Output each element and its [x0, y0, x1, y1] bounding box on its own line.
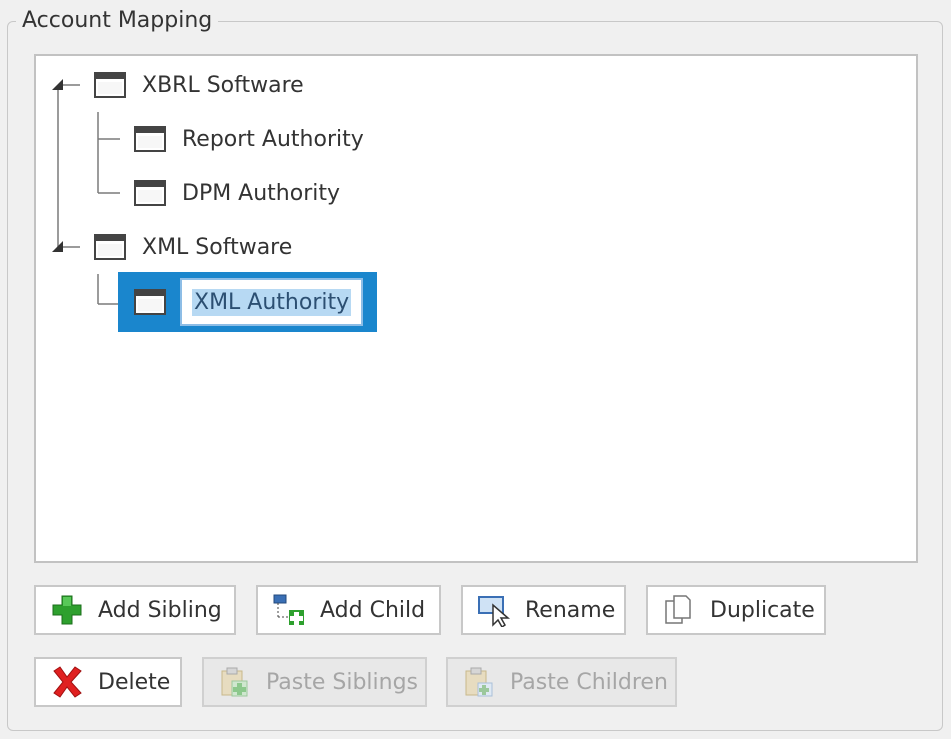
paste-siblings-button[interactable]: Paste Siblings [202, 657, 427, 707]
window-icon [94, 72, 126, 98]
duplicate-label: Duplicate [710, 597, 815, 623]
delete-button[interactable]: Delete [34, 657, 182, 707]
paste-children-label: Paste Children [510, 669, 668, 695]
window-icon [134, 126, 166, 152]
tree-node-label: XBRL Software [142, 72, 304, 98]
paste-children-button[interactable]: Paste Children [446, 657, 677, 707]
expand-arrow-icon [52, 79, 63, 90]
add-sibling-label: Add Sibling [98, 597, 222, 623]
tree-node-label: Report Authority [182, 126, 364, 152]
group-title: Account Mapping [16, 6, 219, 36]
tree-node-xbrl-software[interactable]: XBRL Software [94, 58, 304, 112]
paste-child-icon [465, 667, 493, 697]
rename-cursor-icon [478, 596, 511, 627]
rename-label: Rename [525, 597, 616, 623]
rename-input-text[interactable]: XML Authority [192, 288, 352, 316]
add-child-label: Add Child [320, 597, 426, 623]
window-icon [94, 234, 126, 260]
account-tree[interactable]: XBRL Software Report Authority DPM Autho… [34, 54, 918, 563]
duplicate-button[interactable]: Duplicate [646, 585, 826, 635]
paste-sibling-icon [221, 667, 248, 697]
tree-node-label: XML Software [142, 234, 293, 260]
window-icon [134, 180, 166, 206]
add-child-icon [273, 594, 304, 625]
green-plus-icon [52, 595, 82, 625]
tree-node-xml-software[interactable]: XML Software [94, 220, 292, 274]
duplicate-pages-icon [665, 595, 691, 624]
tree-node-report-authority[interactable]: Report Authority [134, 112, 364, 166]
window-icon [134, 289, 166, 315]
tree-node-xml-authority[interactable]: XML Authority [118, 272, 378, 332]
add-sibling-button[interactable]: Add Sibling [34, 585, 236, 635]
red-x-icon [53, 666, 82, 698]
rename-button[interactable]: Rename [461, 585, 626, 635]
tree-node-dpm-authority[interactable]: DPM Authority [134, 166, 340, 220]
tree-node-label: DPM Authority [182, 180, 341, 206]
paste-siblings-label: Paste Siblings [266, 669, 419, 695]
rename-edit-box[interactable]: XML Authority [180, 278, 364, 326]
add-child-button[interactable]: Add Child [256, 585, 441, 635]
delete-label: Delete [98, 669, 171, 695]
